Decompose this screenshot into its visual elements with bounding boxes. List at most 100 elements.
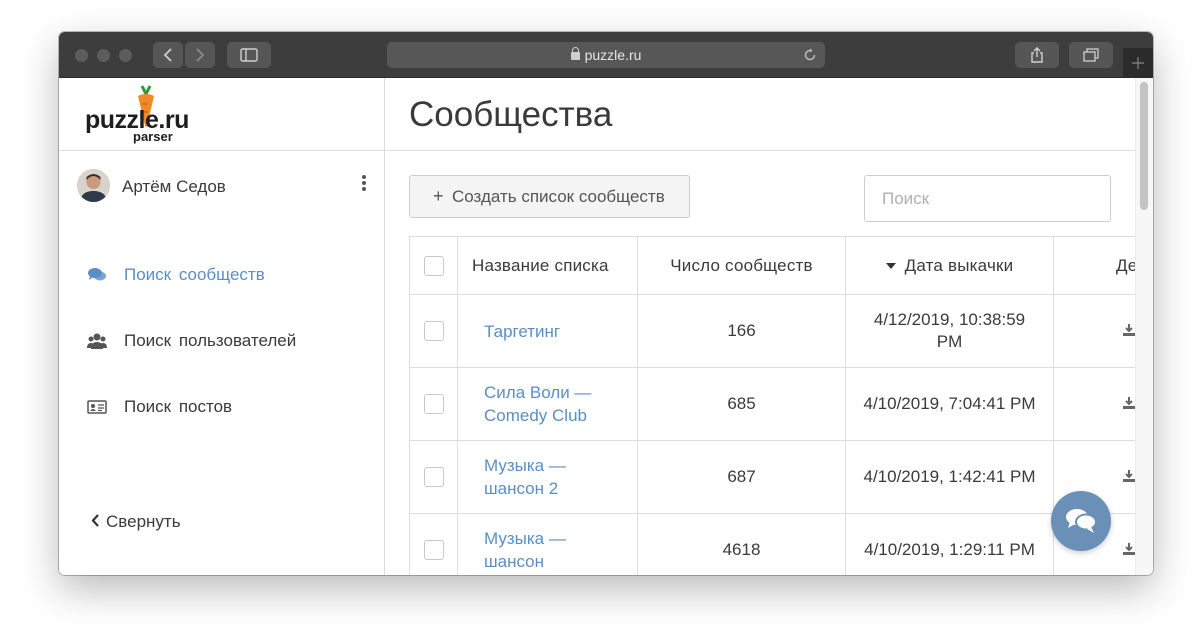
nav-item-community-search[interactable]: Поиск сообществ [87, 263, 357, 287]
address-bar[interactable]: puzzle.ru [387, 42, 825, 68]
download-cell [1054, 295, 1135, 367]
date-cell: 4/10/2019, 1:29:11 PM [846, 514, 1054, 575]
download-icon[interactable] [1122, 469, 1135, 483]
download-icon[interactable] [1122, 542, 1135, 556]
users-icon [87, 333, 107, 349]
row-select-cell [410, 295, 458, 367]
plus-icon: + [433, 186, 444, 206]
list-name-link[interactable]: Сила Воли — Comedy Club [484, 381, 604, 427]
column-header-label: Де [1116, 255, 1135, 275]
collapse-sidebar-button[interactable]: Свернуть [91, 512, 181, 532]
row-select-cell [410, 441, 458, 513]
column-header-count[interactable]: Число сообществ [638, 237, 846, 294]
logo-subtitle: parser [133, 129, 173, 144]
plus-icon [1132, 57, 1144, 69]
nav-label: Поиск пользователей [124, 331, 297, 350]
share-button[interactable] [1015, 42, 1059, 68]
page-title: Сообщества [409, 95, 613, 134]
avatar[interactable] [77, 169, 110, 202]
table-header-row: Название списка Число сообществ Дата вык… [410, 237, 1135, 295]
download-icon[interactable] [1122, 396, 1135, 410]
list-name-link[interactable]: Музыка — шансон [484, 527, 574, 573]
communities-table: Название списка Число сообществ Дата вык… [409, 236, 1135, 575]
count-cell: 4618 [638, 514, 846, 575]
user-name: Артём Седов [122, 177, 226, 196]
user-photo-icon [77, 169, 110, 202]
create-list-button[interactable]: + Создать список сообществ [409, 175, 690, 218]
id-card-icon [87, 400, 107, 414]
scrollbar-thumb[interactable] [1140, 82, 1148, 210]
nav-item-user-search[interactable]: Поиск пользователей [87, 329, 357, 353]
row-select-cell [410, 368, 458, 440]
column-header-label: Число сообществ [670, 255, 813, 275]
sidebar-toggle-button[interactable] [227, 42, 271, 68]
column-header-label: Дата выкачки [904, 255, 1014, 275]
sort-desc-icon [885, 262, 896, 269]
tabs-overview-button[interactable] [1069, 42, 1113, 68]
row-select-cell [410, 514, 458, 575]
list-name-link[interactable]: Музыка — шансон 2 [484, 454, 579, 500]
list-name-cell: Сила Воли — Comedy Club [458, 368, 638, 440]
table-row: Сила Воли — Comedy Club 685 4/10/2019, 7… [410, 368, 1135, 441]
sidebar: puzzle.ru parser Артём Седов Поиск сообщ… [59, 78, 385, 575]
nav-item-post-search[interactable]: Поиск постов [87, 395, 357, 419]
tabs-icon [1083, 48, 1099, 62]
table-row: Таргетинг 166 4/12/2019, 10:38:59 PM [410, 295, 1135, 368]
browser-window: puzzle.ru puzzle.ru parser Артём Седов П… [59, 32, 1153, 575]
browser-titlebar: puzzle.ru [59, 32, 1153, 78]
list-name-link[interactable]: Таргетинг [484, 320, 560, 343]
sidebar-icon [240, 48, 258, 62]
comments-icon [88, 268, 106, 281]
logo-area: puzzle.ru parser [59, 78, 384, 151]
share-icon [1031, 47, 1043, 63]
nav-label: Поиск постов [124, 397, 233, 416]
download-cell [1054, 368, 1135, 440]
chat-icon [1066, 509, 1097, 533]
row-checkbox[interactable] [423, 467, 444, 487]
nav-label: Поиск сообществ [124, 265, 265, 284]
row-checkbox[interactable] [423, 394, 444, 414]
table-row: Музыка — шансон 4618 4/10/2019, 1:29:11 … [410, 514, 1135, 575]
list-name-cell: Музыка — шансон [458, 514, 638, 575]
reload-icon[interactable] [803, 48, 817, 62]
zoom-window-button[interactable] [119, 49, 132, 62]
page-content: puzzle.ru parser Артём Седов Поиск сообщ… [59, 78, 1153, 575]
column-header-name[interactable]: Название списка [458, 237, 638, 294]
more-options-icon[interactable] [361, 175, 367, 193]
close-window-button[interactable] [75, 49, 88, 62]
row-checkbox[interactable] [423, 540, 444, 560]
chevron-right-icon [196, 48, 205, 62]
chevron-left-icon [163, 48, 172, 62]
forward-button[interactable] [185, 42, 215, 68]
table-row: Музыка — шансон 2 687 4/10/2019, 1:42:41… [410, 441, 1135, 514]
date-text: 4/12/2019, 10:38:59 PM [873, 310, 1026, 351]
collapse-label: Свернуть [106, 512, 181, 531]
column-header-label: Название списка [472, 255, 609, 275]
create-list-label: Создать список сообществ [452, 187, 665, 206]
count-cell: 166 [638, 295, 846, 367]
lock-icon [570, 47, 580, 60]
column-header-date[interactable]: Дата выкачки [846, 237, 1054, 294]
date-cell: 4/10/2019, 7:04:41 PM [846, 368, 1054, 440]
chevron-left-icon [91, 514, 99, 527]
list-name-cell: Музыка — шансон 2 [458, 441, 638, 513]
search-input[interactable] [864, 175, 1111, 222]
list-name-cell: Таргетинг [458, 295, 638, 367]
select-all-cell [410, 237, 458, 294]
date-cell: 4/10/2019, 1:42:41 PM [846, 441, 1054, 513]
chat-button[interactable] [1051, 491, 1111, 551]
count-cell: 687 [638, 441, 846, 513]
main-panel: Сообщества + Создать список сообществ На… [385, 78, 1135, 575]
minimize-window-button[interactable] [97, 49, 110, 62]
user-profile: Артём Седов [77, 169, 367, 205]
download-icon[interactable] [1122, 323, 1135, 337]
date-cell: 4/12/2019, 10:38:59 PM [846, 295, 1054, 367]
column-header-download[interactable]: Де [1054, 237, 1135, 294]
new-tab-button[interactable] [1123, 48, 1153, 78]
page-header: Сообщества [385, 78, 1135, 151]
row-checkbox[interactable] [423, 321, 444, 341]
select-all-checkbox[interactable] [423, 255, 444, 276]
back-button[interactable] [153, 42, 183, 68]
url-text: puzzle.ru [584, 47, 642, 63]
page-scrollbar[interactable] [1135, 78, 1153, 575]
